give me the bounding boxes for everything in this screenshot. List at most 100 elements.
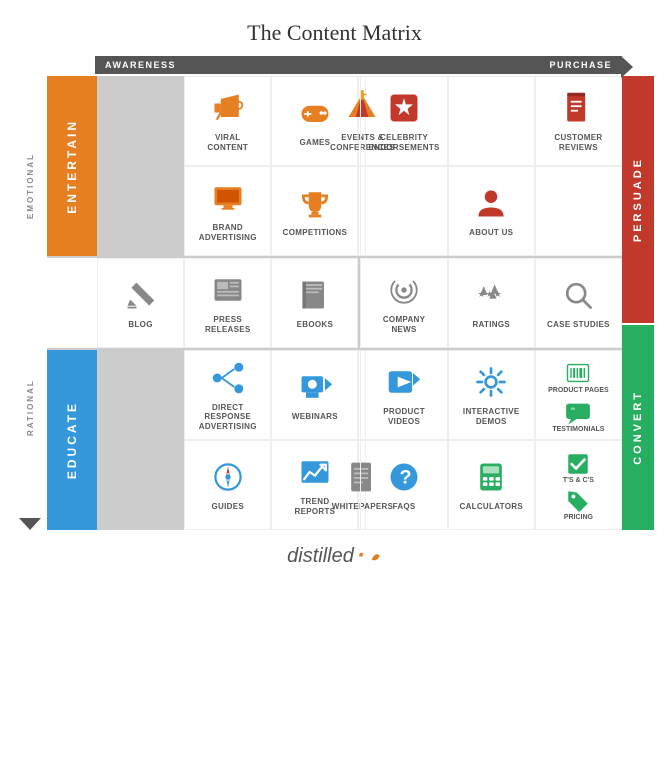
signal-icon <box>386 272 422 308</box>
question-icon: ? <box>386 459 422 495</box>
axis-left-label: AWARENESS <box>105 60 176 70</box>
educate-section: EDUCATE DIRECT RESPONS <box>47 350 622 530</box>
gear-icon <box>473 364 509 400</box>
cell-ebooks: EBOOKS <box>271 258 358 348</box>
matrix-layout: AWARENESS PURCHASE EMOTIONAL RATIONAL <box>10 56 659 530</box>
cell-about-us: ABOUT US <box>448 166 535 256</box>
cell-testimonials: PRODUCT PAGES " TESTIMONIALS <box>535 350 622 440</box>
checklist-icon <box>560 90 596 126</box>
cell-case-studies: CASE STUDIES <box>535 258 622 348</box>
cell-ratings: ★★★ RATINGS <box>448 258 535 348</box>
cell-ebooks-label: EBOOKS <box>297 320 333 330</box>
cell-ratings-label: RATINGS <box>472 320 510 330</box>
quote-icon: " <box>564 398 592 426</box>
cell-about-us-label: ABOUT US <box>469 228 513 238</box>
cell-calculators: CALCULATORS <box>448 440 535 530</box>
cell-direct-response: DIRECT RESPONSEADVERTISING <box>184 350 271 440</box>
cell-games-label: GAMES <box>299 138 330 148</box>
cell-celebrity: CELEBRITYENDORSEMENTS <box>360 76 447 166</box>
svg-text:": " <box>571 405 575 417</box>
cell-celebrity-label: CELEBRITYENDORSEMENTS <box>368 133 439 152</box>
sections-container: ENTERTAIN VIRALCONTENT <box>47 76 622 530</box>
compass-icon <box>210 459 246 495</box>
cell-blog-label: BLOG <box>128 320 152 330</box>
cell-viral-content: VIRALCONTENT <box>184 76 271 166</box>
check-icon <box>565 451 591 477</box>
star-icon <box>386 90 422 126</box>
cell-interactive-demos-label: INTERACTIVEDEMOS <box>463 407 520 426</box>
brand-footer: distilled · <box>10 542 659 570</box>
convert-bar: CONVERT <box>622 325 654 530</box>
cell-faqs-label: FAQs <box>393 502 416 512</box>
cell-brand-advertising-label: BRANDADVERTISING <box>199 223 257 242</box>
cell-competitions: COMPETITIONS <box>271 166 358 256</box>
cell-faqs: ? FAQs <box>360 440 447 530</box>
page-title: The Content Matrix <box>10 20 659 46</box>
entertain-text: ENTERTAIN <box>65 119 79 214</box>
cell-guides-label: GUIDES <box>212 502 244 512</box>
cell-company-news: COMPANYNEWS <box>360 258 447 348</box>
cell-press-releases: PRESSRELEASES <box>184 258 271 348</box>
webinar-icon <box>297 369 333 405</box>
rational-label: RATIONAL <box>26 297 35 518</box>
cell-empty-4 <box>535 166 622 256</box>
right-side-labels: PERSUADE CONVERT <box>622 76 654 530</box>
cell-product-videos-label: PRODUCTVIDEOS <box>383 407 425 426</box>
play-icon <box>386 364 422 400</box>
cell-calculators-label: CALCULATORS <box>460 502 523 512</box>
cell-product-videos: PRODUCTVIDEOS <box>360 350 447 440</box>
cell-interactive-demos: INTERACTIVEDEMOS <box>448 350 535 440</box>
axis-right-label: PURCHASE <box>549 60 612 70</box>
educate-text: EDUCATE <box>65 401 79 479</box>
brand-text: distilled <box>287 545 354 568</box>
cell-company-news-label: COMPANYNEWS <box>383 315 425 334</box>
cell-competitions-label: COMPETITIONS <box>283 228 348 238</box>
cell-brand-advertising: BRANDADVERTISING <box>184 166 271 256</box>
ratings-icon: ★★★ <box>473 277 509 313</box>
cell-viral-label: VIRALCONTENT <box>207 133 248 152</box>
cell-ts-cs-pricing: T's & C's PRICING <box>535 440 622 530</box>
cell-webinars: WEBINARS <box>271 350 358 440</box>
cell-case-studies-label: CASE STUDIES <box>547 320 610 330</box>
gamepad-icon <box>297 95 333 131</box>
brand-dot: · <box>357 542 365 570</box>
cell-customer-reviews-label: CUSTOMERREVIEWS <box>554 133 602 152</box>
entertain-label-box: ENTERTAIN <box>47 76 97 256</box>
middle-section: BLOG PRESSRELEASES <box>47 258 622 350</box>
middle-grid: BLOG PRESSRELEASES <box>97 258 622 348</box>
trophy-icon <box>297 185 333 221</box>
newspaper-icon <box>210 272 246 308</box>
grid-divider-1 <box>97 76 184 256</box>
educate-grid: DIRECT RESPONSEADVERTISING WEBINARS <box>97 350 622 530</box>
tag-icon <box>565 488 591 514</box>
main-body: EMOTIONAL RATIONAL ENTERTAIN <box>15 76 654 530</box>
search-icon <box>560 277 596 313</box>
entertain-grid: VIRALCONTENT GAMES <box>97 76 622 256</box>
distilled-logo-icon <box>368 549 382 563</box>
cell-customer-reviews: CUSTOMERREVIEWS <box>535 76 622 166</box>
tv-icon <box>210 180 246 216</box>
convert-text: CONVERT <box>632 390 644 465</box>
persuade-text: PERSUADE <box>632 157 644 242</box>
calculator-icon <box>473 459 509 495</box>
cell-webinars-label: WEBINARS <box>292 412 338 422</box>
megaphone-icon <box>210 90 246 126</box>
persuade-bar: PERSUADE <box>622 76 654 323</box>
grid-divider-3 <box>97 350 184 530</box>
trend-chart-icon <box>297 454 333 490</box>
cell-empty-1 <box>448 76 535 166</box>
cell-empty-3 <box>360 166 447 256</box>
person-icon <box>473 185 509 221</box>
cell-blog: BLOG <box>97 258 184 348</box>
cell-trend-reports-label: TRENDREPORTS <box>295 497 336 516</box>
barcode-icon <box>564 359 592 387</box>
content-matrix-card: The Content Matrix AWARENESS PURCHASE EM… <box>0 0 669 763</box>
emotional-label: EMOTIONAL <box>26 76 35 297</box>
ebooks-icon <box>297 277 333 313</box>
connections-icon <box>210 360 246 396</box>
cell-guides: GUIDES <box>184 440 271 530</box>
cell-press-releases-label: PRESSRELEASES <box>205 315 251 334</box>
cell-direct-response-label: DIRECT RESPONSEADVERTISING <box>188 403 267 432</box>
pencil-icon <box>123 277 159 313</box>
entertain-section: ENTERTAIN VIRALCONTENT <box>47 76 622 258</box>
